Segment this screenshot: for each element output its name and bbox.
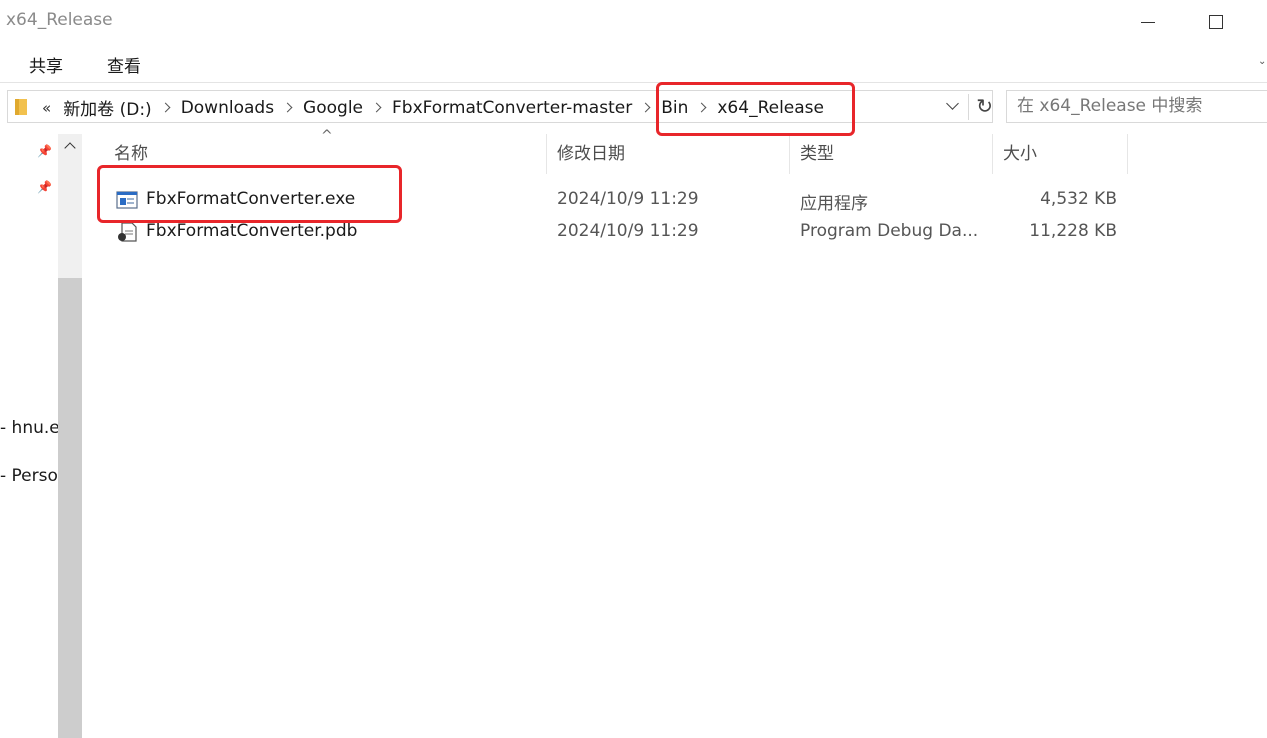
file-date: 2024/10/9 11:29: [557, 189, 699, 209]
column-header-date[interactable]: 修改日期: [547, 134, 790, 174]
column-header-type[interactable]: 类型: [790, 134, 993, 174]
breadcrumb-item-bin[interactable]: Bin: [661, 98, 688, 118]
nav-item-hnu[interactable]: - hnu.e: [0, 418, 58, 438]
chevron-right-icon[interactable]: [160, 102, 171, 113]
file-type: Program Debug Da...: [800, 221, 979, 241]
breadcrumb-item-fbxformatconverter-master[interactable]: FbxFormatConverter-master: [392, 98, 632, 118]
exe-icon: [116, 191, 138, 209]
ribbon-expand-icon[interactable]: ⌄: [1258, 56, 1266, 67]
nav-item-personal[interactable]: - Perso: [0, 466, 58, 486]
ribbon-tab-share[interactable]: 共享: [29, 52, 63, 77]
file-row[interactable]: FbxFormatConverter.exe 2024/10/9 11:29 应…: [100, 184, 1130, 216]
file-row[interactable]: FbxFormatConverter.pdb 2024/10/9 11:29 P…: [100, 216, 1130, 248]
file-size: 4,532 KB: [1040, 189, 1117, 209]
breadcrumb-item-drive[interactable]: 新加卷 (D:): [63, 95, 152, 120]
breadcrumb-overflow[interactable]: «: [42, 99, 51, 117]
window-title: x64_Release: [6, 10, 113, 30]
title-bar: x64_Release: [0, 0, 1267, 44]
breadcrumb-item-google[interactable]: Google: [303, 98, 363, 118]
column-header-size[interactable]: 大小: [993, 134, 1128, 174]
minimize-button[interactable]: [1128, 6, 1168, 38]
scroll-up-icon[interactable]: [58, 138, 82, 158]
column-header: ^ 名称 修改日期 类型 大小: [100, 128, 1130, 174]
minimize-icon: [1141, 21, 1155, 23]
breadcrumb-item-x64-release[interactable]: x64_Release: [717, 98, 824, 118]
column-header-name[interactable]: 名称: [100, 134, 547, 174]
chevron-right-icon[interactable]: [696, 102, 707, 113]
file-name[interactable]: FbxFormatConverter.pdb: [146, 221, 357, 241]
maximize-icon: [1209, 15, 1223, 29]
address-history-dropdown[interactable]: [943, 99, 963, 115]
search-input[interactable]: [1007, 91, 1267, 121]
file-date: 2024/10/9 11:29: [557, 221, 699, 241]
chevron-right-icon[interactable]: [371, 102, 382, 113]
refresh-icon[interactable]: ↻: [968, 94, 993, 120]
folder-icon: [15, 99, 27, 115]
breadcrumb-item-downloads[interactable]: Downloads: [181, 98, 274, 118]
nav-scroll-thumb[interactable]: [58, 278, 82, 738]
ribbon: 共享 查看 ⌄: [0, 44, 1267, 83]
chevron-right-icon[interactable]: [282, 102, 293, 113]
file-name[interactable]: FbxFormatConverter.exe: [146, 189, 355, 209]
breadcrumb: « 新加卷 (D:) Downloads Google FbxFormatCon…: [42, 95, 824, 121]
pin-icon[interactable]: 📌: [37, 180, 52, 194]
search-box[interactable]: [1006, 90, 1267, 123]
pin-icon[interactable]: 📌: [37, 144, 52, 158]
maximize-button[interactable]: [1196, 6, 1236, 38]
ribbon-tab-view[interactable]: 查看: [107, 52, 141, 77]
address-bar[interactable]: « 新加卷 (D:) Downloads Google FbxFormatCon…: [7, 90, 993, 123]
file-type: 应用程序: [800, 194, 868, 214]
file-size: 11,228 KB: [1029, 221, 1117, 241]
pdb-file-icon: [118, 222, 137, 242]
chevron-right-icon[interactable]: [640, 102, 651, 113]
